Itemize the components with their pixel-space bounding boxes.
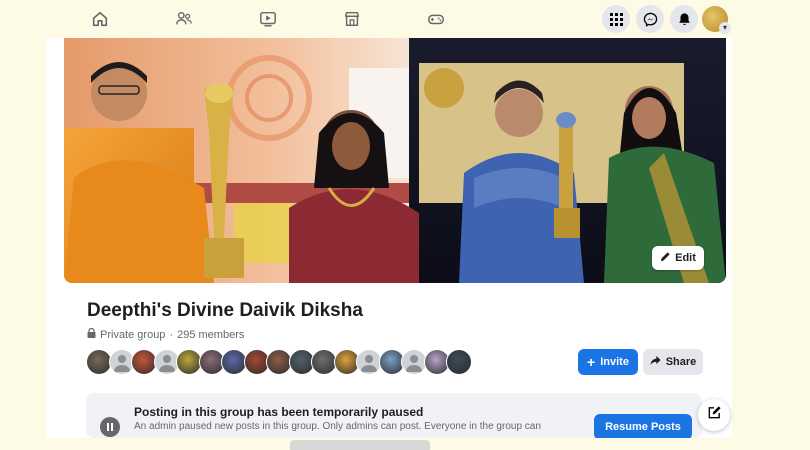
profile-avatar[interactable]: ▾: [702, 6, 731, 34]
invite-button[interactable]: + Invite: [578, 349, 638, 375]
lock-icon: [87, 327, 96, 341]
invite-label: Invite: [600, 356, 629, 368]
meta-separator: ·: [169, 328, 174, 341]
top-navigation-bar: ▾: [46, 0, 732, 38]
pause-icon: [100, 417, 120, 437]
edit-cover-button[interactable]: Edit: [652, 246, 704, 270]
notifications-icon[interactable]: [670, 5, 698, 33]
plus-icon: +: [587, 354, 596, 370]
share-button[interactable]: Share: [643, 349, 703, 375]
compose-icon: [707, 405, 722, 425]
notice-text: An admin paused new posts in this group.…: [134, 421, 541, 432]
home-icon[interactable]: [90, 9, 110, 29]
marketplace-icon[interactable]: [342, 9, 362, 29]
cover-photo: [64, 38, 726, 283]
posting-paused-notice: Posting in this group has been temporari…: [86, 393, 702, 438]
member-avatar[interactable]: [446, 349, 472, 375]
member-count[interactable]: 295 members: [177, 329, 244, 341]
pencil-icon: [660, 251, 671, 265]
menu-grid-icon[interactable]: [602, 5, 630, 33]
group-name[interactable]: Deepthi's Divine Daivik Diksha: [87, 300, 363, 322]
privacy-label[interactable]: Private group: [100, 329, 165, 341]
friends-icon[interactable]: [174, 9, 194, 29]
compose-message-button[interactable]: [698, 399, 730, 431]
group-meta: Private group · 295 members: [87, 327, 244, 341]
chevron-down-icon[interactable]: ▾: [719, 22, 731, 34]
edit-cover-label: Edit: [675, 252, 696, 264]
gaming-icon[interactable]: [426, 9, 446, 29]
resume-posts-button[interactable]: Resume Posts: [594, 414, 692, 438]
bottom-dock: [290, 440, 430, 450]
messenger-icon[interactable]: [636, 5, 664, 33]
share-label: Share: [665, 356, 697, 368]
share-arrow-icon: [650, 355, 661, 369]
notice-title: Posting in this group has been temporari…: [134, 405, 424, 419]
watch-icon[interactable]: [258, 9, 278, 29]
